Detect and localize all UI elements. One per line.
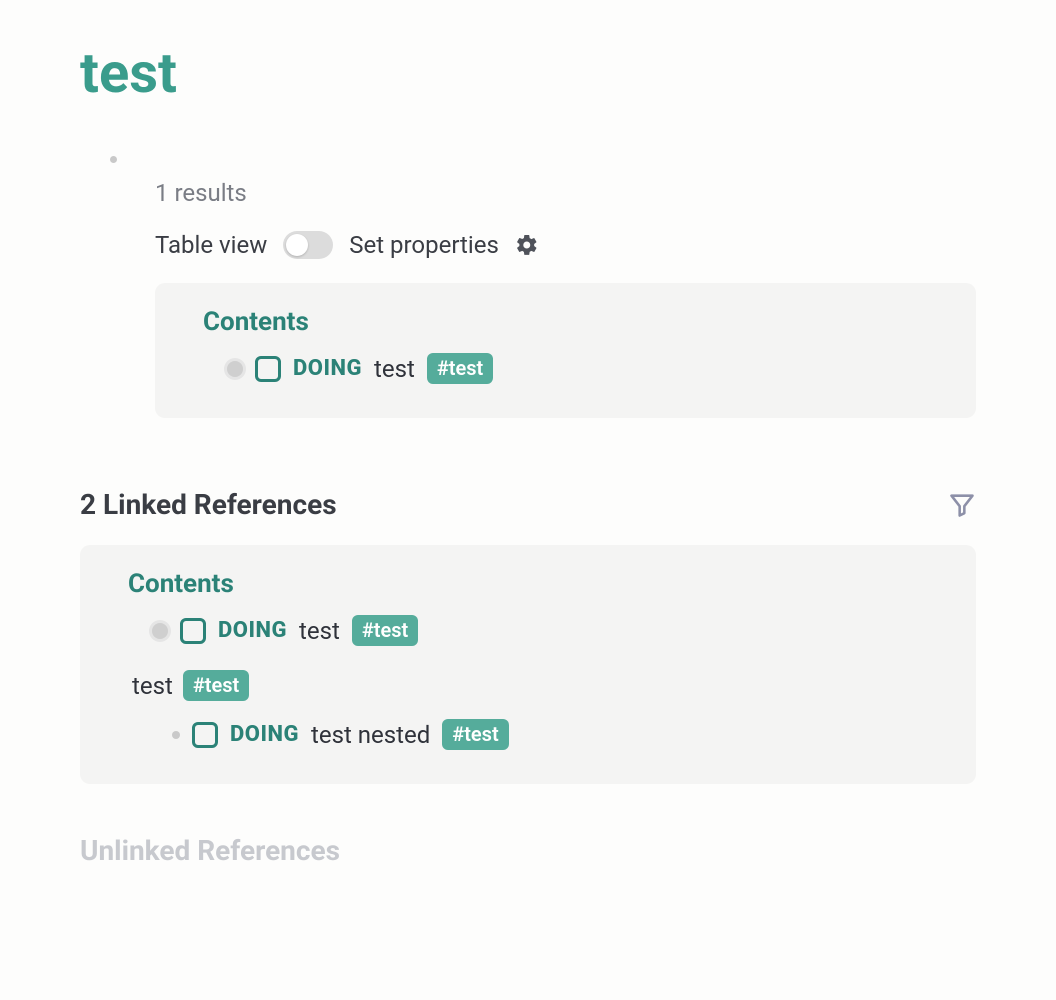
query-result-panel: Contents DOING test #test: [155, 283, 976, 418]
gear-icon[interactable]: [515, 233, 539, 257]
bullet-icon[interactable]: [152, 623, 168, 639]
table-view-toggle[interactable]: [283, 231, 333, 259]
bullet-icon[interactable]: [110, 156, 117, 163]
block-text[interactable]: test: [299, 617, 340, 645]
linked-plain-row[interactable]: test #test: [132, 670, 946, 701]
bullet-icon[interactable]: [227, 361, 243, 377]
contents-header[interactable]: Contents: [128, 569, 946, 599]
todo-checkbox[interactable]: [255, 356, 281, 382]
block-text[interactable]: test nested: [311, 721, 430, 749]
contents-header[interactable]: Contents: [203, 307, 946, 337]
toggle-knob: [286, 234, 308, 256]
filter-icon[interactable]: [948, 491, 976, 519]
status-badge[interactable]: DOING: [218, 618, 287, 643]
todo-checkbox[interactable]: [192, 722, 218, 748]
block-text[interactable]: test: [374, 355, 415, 383]
query-controls: Table view Set properties: [155, 231, 976, 259]
status-badge[interactable]: DOING: [293, 356, 362, 381]
status-badge[interactable]: DOING: [230, 722, 299, 747]
page-title: test: [80, 40, 976, 106]
tag-link[interactable]: #test: [427, 353, 493, 384]
block-text[interactable]: test: [132, 672, 173, 700]
results-count: 1 results: [155, 179, 976, 207]
result-row[interactable]: DOING test #test: [227, 347, 946, 390]
unlinked-references-title[interactable]: Unlinked References: [80, 834, 976, 867]
bullet-icon[interactable]: [172, 731, 180, 739]
table-view-label: Table view: [155, 231, 267, 259]
linked-references-header: 2 Linked References: [80, 488, 976, 521]
linked-references-panel: Contents DOING test #test test #test DOI…: [80, 545, 976, 784]
tag-link[interactable]: #test: [352, 615, 418, 646]
linked-row[interactable]: DOING test #test: [152, 609, 946, 652]
todo-checkbox[interactable]: [180, 618, 206, 644]
set-properties-label: Set properties: [349, 231, 499, 259]
query-block: 1 results Table view Set properties Cont…: [110, 156, 976, 418]
linked-references-title[interactable]: 2 Linked References: [80, 488, 337, 521]
tag-link[interactable]: #test: [442, 719, 508, 750]
linked-nested-row[interactable]: DOING test nested #test: [172, 713, 946, 756]
tag-link[interactable]: #test: [183, 670, 249, 701]
